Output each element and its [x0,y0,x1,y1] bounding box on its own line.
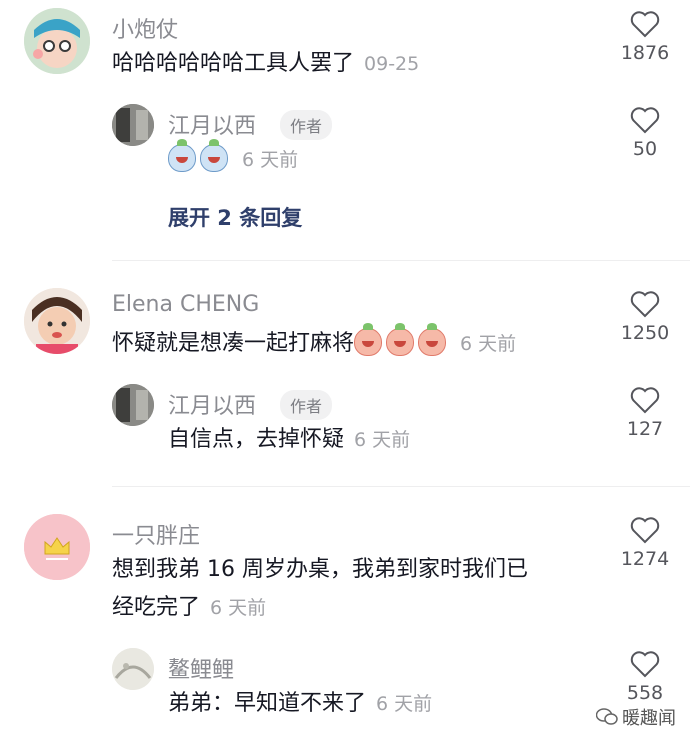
avatar-image [112,104,154,146]
heart-icon [630,291,660,318]
avatar[interactable] [24,8,90,74]
reply-text: 弟弟：早知道不来了 6 天前 [168,688,432,720]
like-button[interactable]: 558 [610,650,680,704]
comment-time: 09-25 [364,53,420,75]
like-button[interactable]: 1876 [610,10,680,64]
like-count: 558 [626,682,664,704]
watermark: 暖趣闻 [596,704,676,730]
emoji-icon [168,139,196,172]
comment-body: 哈哈哈哈哈哈工具人罢了 [112,51,355,76]
reply-time: 6 天前 [354,429,411,451]
emoji-icon [354,323,383,356]
comment-body-line2: 经吃完了 [112,595,201,620]
like-count: 1274 [620,548,670,570]
heart-icon [630,517,660,544]
like-count: 1250 [620,322,670,344]
reply-time: 6 天前 [242,149,299,171]
heart-icon [630,107,660,134]
comment-username[interactable]: 小炮仗 [112,12,178,44]
reply-time: 6 天前 [376,693,433,715]
author-badge: 作者 [280,110,333,140]
avatar[interactable] [112,104,154,146]
reply-username[interactable]: 江月以西 [168,388,256,420]
comment-body: 怀疑就是想凑一起打麻将 [112,331,355,356]
reply-body: 自信点，去掉怀疑 [168,427,345,452]
avatar-image [112,648,154,690]
reply-text: 6 天前 [168,139,299,176]
wechat-icon [596,708,618,725]
reply-username[interactable]: 鳌鲤鲤 [168,652,234,684]
author-badge: 作者 [280,390,333,420]
reply-username[interactable]: 江月以西 [168,108,256,140]
emoji-icon [200,139,228,172]
heart-icon [630,387,660,414]
heart-icon [630,11,660,38]
comment-time: 6 天前 [460,333,517,355]
divider [112,486,690,487]
avatar-image [24,288,90,354]
reply-body: 弟弟：早知道不来了 [168,691,367,716]
like-button[interactable]: 1274 [610,516,680,570]
avatar[interactable] [112,384,154,426]
reply-text: 自信点，去掉怀疑 6 天前 [168,424,410,456]
like-button[interactable]: 1250 [610,290,680,344]
like-button[interactable]: 50 [610,106,680,160]
comment-text: 经吃完了 6 天前 [112,592,266,624]
like-button[interactable]: 127 [610,386,680,440]
avatar[interactable] [24,288,90,354]
expand-replies-button[interactable]: 展开 2 条回复 [168,202,302,232]
emoji-icon [386,323,415,356]
like-count: 1876 [620,42,670,64]
avatar[interactable] [24,514,90,580]
comment-username[interactable]: 一只胖庄 [112,518,200,550]
emoji-icon [418,323,447,356]
comment-username[interactable]: Elena CHENG [112,292,259,317]
watermark-text: 暖趣闻 [622,708,676,729]
avatar-image [112,384,154,426]
comment-time: 6 天前 [210,597,267,619]
like-count: 127 [626,418,664,440]
avatar-image [24,8,90,74]
crown-icon [24,514,90,580]
like-count: 50 [632,138,658,160]
comment-text-line1: 想到我弟 16 周岁办桌，我弟到家时我们已 [112,557,528,582]
avatar[interactable] [112,648,154,690]
heart-icon [630,651,660,678]
comment-text: 怀疑就是想凑一起打麻将 6 天前 [112,323,517,360]
divider [112,260,690,261]
comment-text: 哈哈哈哈哈哈工具人罢了 09-25 [112,48,419,80]
